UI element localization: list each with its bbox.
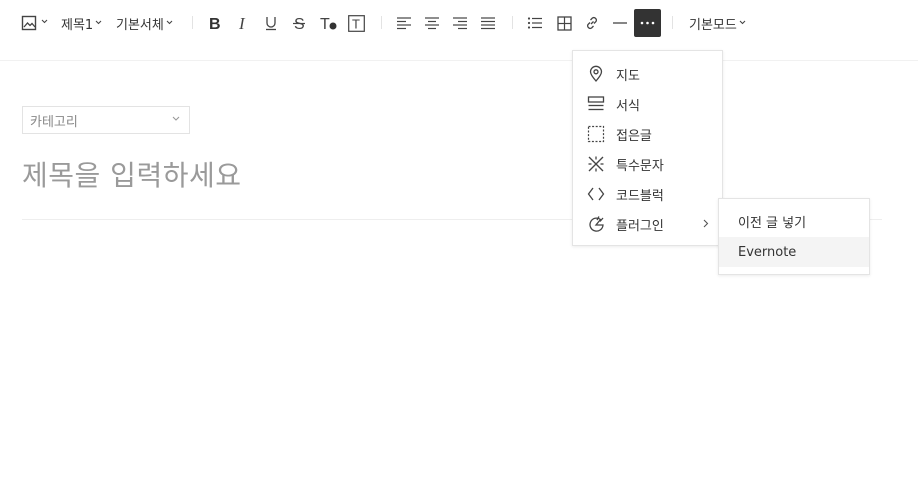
menu-item-label: 접은글	[616, 128, 652, 144]
text-background-icon: T	[347, 14, 365, 32]
more-options-menu: 지도 서식 접은글 특수문자 코드블럭 플러그인	[572, 50, 723, 246]
align-center-button[interactable]	[422, 11, 442, 35]
svg-text:T: T	[320, 16, 330, 31]
strikethrough-button[interactable]: S	[289, 11, 309, 35]
menu-item-label: 서식	[616, 98, 640, 114]
editor-toolbar: 제목1 기본서체 B I S T T	[0, 0, 918, 46]
bold-icon: B	[209, 16, 221, 31]
text-color-icon: T	[320, 16, 337, 31]
link-button[interactable]	[582, 11, 602, 35]
italic-button[interactable]: I	[233, 11, 253, 35]
chevron-down-icon	[95, 20, 102, 24]
link-icon	[587, 17, 597, 29]
template-icon	[587, 96, 605, 111]
list-icon	[527, 17, 542, 29]
heading-select[interactable]: 제목1	[61, 11, 102, 35]
chevron-down-icon	[172, 116, 180, 121]
post-title-input[interactable]	[22, 152, 622, 198]
heading-label: 제목1	[61, 17, 94, 33]
submenu-item-label: Evernote	[738, 244, 797, 260]
align-left-icon	[397, 17, 411, 30]
text-color-button[interactable]: T	[317, 11, 339, 35]
menu-item-label: 플러그인	[616, 218, 664, 234]
bullet-list-button[interactable]	[525, 11, 545, 35]
strikethrough-icon: S	[293, 16, 305, 31]
svg-text:T: T	[352, 16, 360, 31]
category-select[interactable]: 카테고리	[22, 106, 190, 134]
horizontal-rule-button[interactable]	[610, 11, 630, 35]
align-left-button[interactable]	[394, 11, 414, 35]
more-options-button[interactable]	[634, 9, 661, 37]
menu-item-map[interactable]: 지도	[573, 59, 722, 89]
font-label: 기본서체	[116, 17, 164, 33]
table-button[interactable]	[554, 11, 574, 35]
toolbar-divider	[381, 16, 382, 29]
svg-text:B: B	[209, 16, 221, 31]
align-center-icon	[425, 17, 439, 30]
submenu-item-label: 이전 글 넣기	[738, 215, 807, 231]
more-horizontal-icon	[640, 21, 655, 25]
menu-item-template[interactable]: 서식	[573, 89, 722, 119]
bold-button[interactable]: B	[205, 11, 225, 35]
toolbar-divider	[192, 16, 193, 29]
insert-image-button[interactable]	[20, 11, 48, 35]
toolbar-divider-line	[0, 60, 918, 61]
code-icon	[587, 187, 605, 201]
chevron-down-icon	[41, 19, 47, 23]
menu-item-code-block[interactable]: 코드블럭	[573, 179, 722, 209]
category-label: 카테고리	[30, 114, 78, 130]
plugin-submenu: 이전 글 넣기 Evernote	[718, 198, 870, 275]
align-right-icon	[453, 17, 467, 30]
plugin-icon	[589, 216, 604, 232]
editor-mode-select[interactable]: 기본모드	[689, 11, 746, 35]
chevron-down-icon	[739, 20, 746, 24]
toolbar-divider	[512, 16, 513, 29]
align-justify-icon	[481, 17, 495, 30]
special-char-icon	[588, 156, 604, 172]
image-icon	[21, 15, 36, 31]
toolbar-divider	[672, 16, 673, 29]
menu-item-special-char[interactable]: 특수문자	[573, 149, 722, 179]
menu-item-fold[interactable]: 접은글	[573, 119, 722, 149]
align-justify-button[interactable]	[478, 11, 498, 35]
italic-icon: I	[238, 15, 246, 31]
menu-item-label: 특수문자	[616, 158, 664, 174]
fold-box-icon	[587, 125, 605, 143]
underline-button[interactable]	[261, 11, 281, 35]
svg-text:I: I	[238, 15, 246, 31]
submenu-item-previous-post[interactable]: 이전 글 넣기	[719, 206, 869, 236]
map-pin-icon	[589, 65, 603, 82]
align-right-button[interactable]	[450, 11, 470, 35]
text-background-button[interactable]: T	[346, 11, 366, 35]
editor-mode-label: 기본모드	[689, 17, 737, 33]
horizontal-line-icon	[613, 22, 627, 24]
font-select[interactable]: 기본서체	[116, 11, 173, 35]
menu-item-label: 코드블럭	[616, 188, 664, 204]
submenu-item-evernote[interactable]: Evernote	[719, 237, 869, 267]
table-icon	[556, 15, 572, 31]
chevron-right-icon	[703, 219, 709, 228]
menu-item-label: 지도	[616, 68, 640, 84]
chevron-down-icon	[166, 20, 173, 24]
underline-icon	[266, 17, 276, 31]
menu-item-plugin[interactable]: 플러그인	[573, 209, 722, 239]
